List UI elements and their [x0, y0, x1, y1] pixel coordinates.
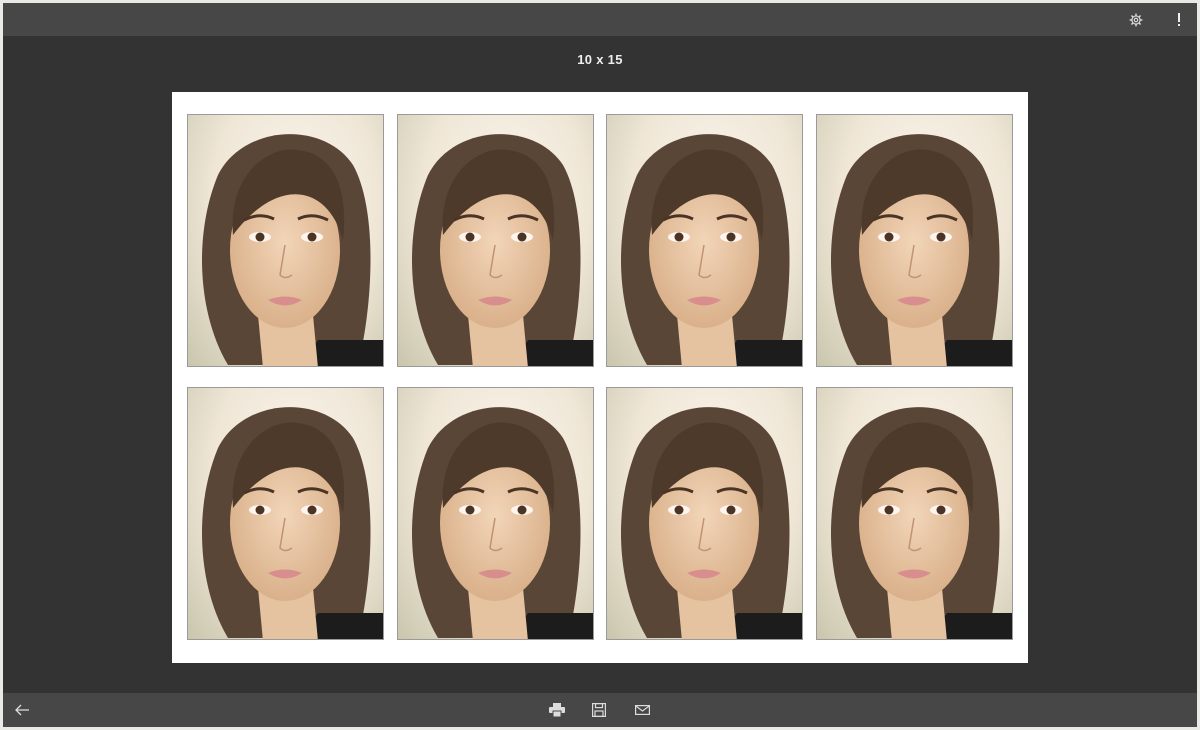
title-bar — [3, 3, 1197, 36]
portrait-image — [620, 134, 802, 366]
portrait-image — [830, 134, 1012, 366]
page-title: 10 x 15 — [577, 52, 623, 67]
portrait-image — [201, 134, 383, 366]
save-icon — [592, 703, 606, 717]
app-window: 10 x 15 — [3, 3, 1197, 727]
photo-tile — [397, 387, 594, 640]
print-sheet-preview — [172, 92, 1028, 663]
portrait-image — [620, 407, 802, 639]
photo-tile — [187, 114, 384, 367]
portrait-image — [411, 407, 593, 639]
exclamation-icon — [1178, 12, 1180, 26]
photo-tile — [187, 387, 384, 640]
photo-tile — [397, 114, 594, 367]
print-button[interactable] — [542, 693, 572, 727]
mail-button[interactable] — [627, 693, 657, 727]
portrait-image — [411, 134, 593, 366]
bottom-toolbar — [3, 693, 1197, 727]
mail-icon — [634, 705, 650, 715]
back-button[interactable] — [7, 693, 37, 727]
portrait-image — [201, 407, 383, 639]
photo-tile — [816, 114, 1013, 367]
photo-tile — [606, 387, 803, 640]
settings-button[interactable] — [1121, 3, 1151, 36]
printer-icon — [549, 703, 565, 717]
arrow-left-icon — [15, 704, 29, 716]
portrait-image — [830, 407, 1012, 639]
feedback-button[interactable] — [1164, 3, 1194, 36]
save-button[interactable] — [584, 693, 614, 727]
photo-tile — [606, 114, 803, 367]
gear-icon — [1129, 13, 1143, 26]
photo-tile — [816, 387, 1013, 640]
